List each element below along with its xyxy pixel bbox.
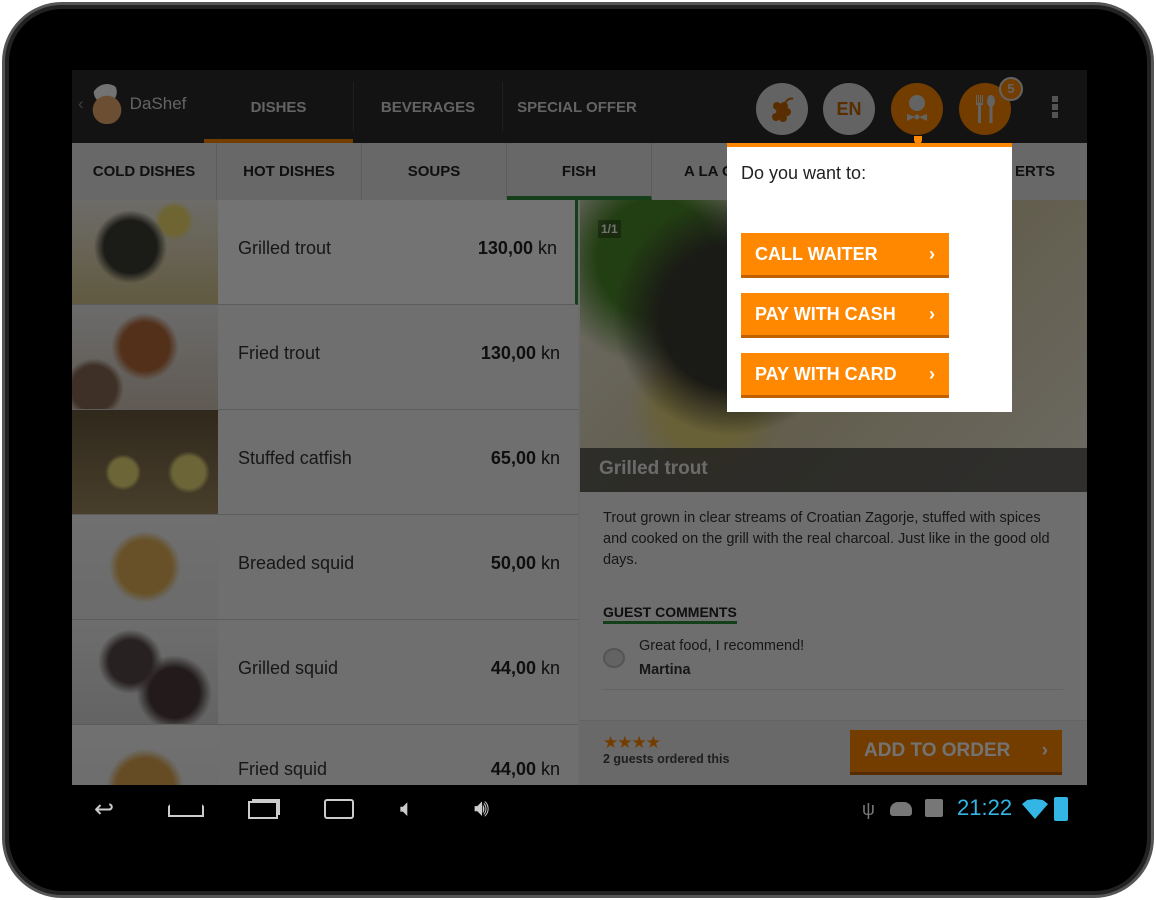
screenshot-icon[interactable]	[324, 799, 354, 819]
overflow-menu-icon[interactable]	[1052, 96, 1058, 118]
language-button[interactable]: EN	[823, 83, 875, 135]
chevron-right-icon: ›	[1041, 740, 1048, 761]
tab-dishes[interactable]: DISHES	[204, 70, 353, 143]
dish-row[interactable]: Grilled squid 44,00 kn	[72, 620, 578, 725]
subtab-fish[interactable]: FISH	[507, 143, 652, 200]
play-store-icon	[925, 799, 943, 817]
beverages-grapes-button[interactable]	[756, 83, 808, 135]
comment-text: Great food, I recommend!	[639, 638, 805, 654]
pay-with-cash-button[interactable]: PAY WITH CASH ›	[741, 293, 949, 338]
order-footer: ★★★★ 2 guests ordered this ADD TO ORDER ›	[580, 720, 1087, 785]
chevron-right-icon: ›	[929, 303, 935, 324]
grapes-icon	[772, 97, 794, 122]
dish-description: Trout grown in clear streams of Croatian…	[603, 510, 1050, 568]
subtab-soups[interactable]: SOUPS	[362, 143, 507, 200]
tab-beverages[interactable]: BEVERAGES	[354, 70, 502, 143]
dish-title: Grilled trout	[580, 448, 1087, 492]
cutlery-icon	[976, 95, 995, 123]
waiter-icon	[907, 95, 927, 121]
android-debug-icon	[890, 802, 912, 816]
back-chevron-icon: ‹	[78, 94, 84, 113]
waiter-button[interactable]	[891, 83, 943, 135]
dish-photo	[72, 305, 218, 409]
dish-photo	[72, 620, 218, 724]
clock: 21:22	[957, 795, 1013, 820]
chevron-right-icon: ›	[929, 243, 935, 264]
my-order-button[interactable]: 5	[959, 77, 1023, 135]
back-icon[interactable]: ↩	[94, 795, 114, 824]
call-waiter-button[interactable]: CALL WAITER ›	[741, 233, 949, 278]
rating-stars: ★★★★	[603, 733, 661, 752]
popup-title: Do you want to:	[741, 163, 867, 183]
usb-icon: ψ	[862, 799, 875, 819]
dish-row[interactable]: Breaded squid 50,00 kn	[72, 515, 578, 620]
wifi-icon	[1022, 799, 1048, 819]
battery-icon	[1054, 797, 1068, 821]
screen: ‹ DaShef DISHES BEVERAGES SPECIAL OFFER …	[72, 70, 1087, 835]
dish-photo	[72, 725, 218, 785]
ordered-count: 2 guests ordered this	[603, 752, 730, 766]
dish-photo	[72, 515, 218, 619]
subtab-cold-dishes[interactable]: COLD DISHES	[72, 143, 217, 200]
action-bar: ‹ DaShef DISHES BEVERAGES SPECIAL OFFER …	[72, 70, 1087, 143]
volume-up-icon[interactable]: 🔊︎	[474, 795, 489, 823]
system-nav-bar: ↩ 🔈︎ 🔊︎ ψ 21:22	[72, 785, 1087, 835]
chef-logo-icon	[89, 84, 124, 124]
pay-with-card-button[interactable]: PAY WITH CARD ›	[741, 353, 949, 398]
tab-special-offer[interactable]: SPECIAL OFFER	[503, 70, 651, 143]
dish-photo	[72, 410, 218, 514]
home-icon[interactable]	[168, 799, 204, 817]
comment-item: Great food, I recommend! Martina	[603, 638, 1063, 690]
comment-author: Martina	[639, 662, 691, 678]
dish-photo	[72, 200, 218, 304]
comment-bubble-icon	[603, 648, 625, 668]
dish-list: Grilled trout 130,00 kn Fried trout 130,00…	[72, 200, 578, 785]
comments-heading: GUEST COMMENTS	[603, 604, 737, 624]
waiter-popup: Do you want to: CALL WAITER › PAY WITH CA…	[727, 143, 1012, 412]
dish-row[interactable]: Grilled trout 130,00 kn	[72, 200, 578, 305]
dish-row[interactable]: Stuffed catfish 65,00 kn	[72, 410, 578, 515]
photo-counter: 1/1	[598, 220, 621, 238]
dish-row[interactable]: Fried trout 130,00 kn	[72, 305, 578, 410]
dish-row[interactable]: Fried squid 44,00 kn	[72, 725, 578, 785]
chevron-right-icon: ›	[929, 363, 935, 384]
recent-apps-icon[interactable]	[248, 801, 278, 819]
order-count-badge: 5	[999, 77, 1023, 101]
volume-down-icon[interactable]: 🔈︎	[400, 795, 414, 823]
add-to-order-button[interactable]: ADD TO ORDER ›	[850, 730, 1062, 775]
subtab-hot-dishes[interactable]: HOT DISHES	[217, 143, 362, 200]
app-logo[interactable]: ‹ DaShef	[78, 84, 186, 124]
app-name: DaShef	[129, 94, 187, 113]
